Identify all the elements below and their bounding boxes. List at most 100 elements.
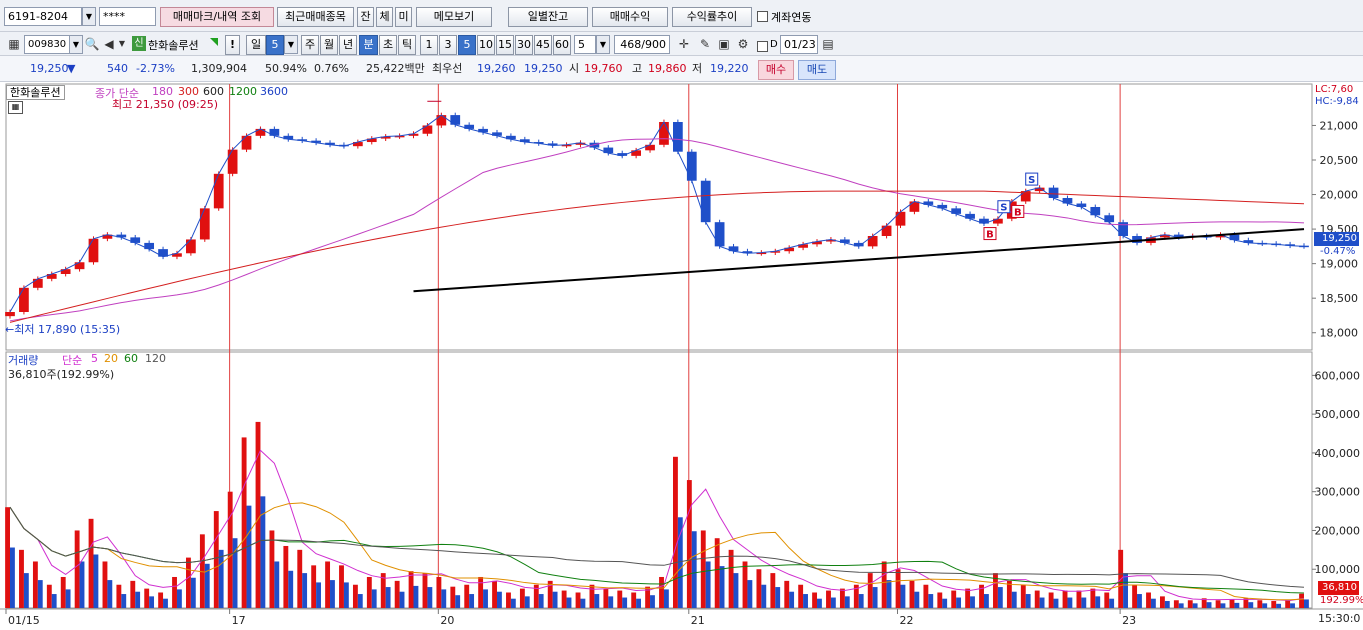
- volume-bar-down: [385, 587, 391, 608]
- alert-button[interactable]: !: [225, 35, 240, 55]
- interval-5-button[interactable]: 5: [458, 35, 476, 55]
- custom-interval-dropdown-icon[interactable]: ▼: [596, 35, 610, 54]
- period-month-button[interactable]: 월: [320, 35, 338, 55]
- period-value[interactable]: 5: [266, 35, 284, 55]
- volume-axis-label: 300,000: [1315, 486, 1361, 499]
- interval-15-button[interactable]: 15: [496, 35, 514, 55]
- date-checkbox[interactable]: [757, 41, 768, 52]
- price-panel-title[interactable]: 한화솔루션: [6, 85, 65, 100]
- bar-count-field[interactable]: 468/900: [614, 35, 670, 54]
- volume-bar-down: [218, 549, 224, 608]
- search-icon[interactable]: 🔍: [84, 35, 100, 53]
- unit-minute-button[interactable]: 분: [359, 35, 378, 55]
- account-dropdown-icon[interactable]: ▼: [82, 7, 96, 26]
- unit-tick-button[interactable]: 틱: [398, 35, 416, 55]
- speaker-dropdown-icon[interactable]: ▼: [117, 35, 127, 53]
- buy-button[interactable]: 매수: [758, 60, 794, 80]
- period-day-button[interactable]: 일: [246, 35, 266, 55]
- interval-30-button[interactable]: 30: [515, 35, 533, 55]
- settings-icon[interactable]: ⚙: [735, 35, 751, 53]
- volume-bar-up: [867, 573, 873, 608]
- price-candle: [199, 208, 210, 240]
- volume-bar-down: [552, 591, 558, 608]
- memo-button[interactable]: 메모보기: [416, 7, 492, 27]
- volume-bar-down: [79, 561, 85, 608]
- interval-1-button[interactable]: 1: [420, 35, 438, 55]
- interval-60-button[interactable]: 60: [553, 35, 571, 55]
- volume-bar-up: [1104, 592, 1110, 608]
- volume-bar-up: [714, 538, 720, 608]
- sell-button[interactable]: 매도: [798, 60, 836, 80]
- save-icon[interactable]: ▣: [716, 35, 732, 53]
- volume-bar-up: [617, 590, 623, 608]
- password-field[interactable]: ****: [99, 7, 156, 26]
- interval-3-button[interactable]: 3: [439, 35, 457, 55]
- volume-bar-down: [496, 591, 502, 608]
- volume-bar-down: [1234, 602, 1240, 608]
- volume-bar-up: [812, 592, 818, 608]
- volume-bar-down: [176, 589, 182, 608]
- trade-mark-history-button[interactable]: 매매마크/내역 조회: [160, 7, 274, 27]
- custom-interval-field[interactable]: 5: [574, 35, 596, 54]
- volume-bar-up: [366, 576, 372, 608]
- price-axis-label: 20,500: [1320, 154, 1359, 167]
- chart-area[interactable]: 18,000 18,500 19,000 19,500 20,000 20,500 21,0…: [0, 82, 1363, 630]
- volume-bar-up: [19, 549, 24, 608]
- low-note: ←최저 17,890 (15:35): [5, 323, 121, 336]
- speaker-icon[interactable]: ◀: [101, 35, 117, 53]
- trade-profit-button[interactable]: 매매수익: [592, 7, 668, 27]
- trade-mark-label: B: [986, 230, 994, 241]
- interval-45-button[interactable]: 45: [534, 35, 552, 55]
- calculator-icon[interactable]: ▦: [6, 35, 22, 53]
- account-number-field[interactable]: 6191-8204: [4, 7, 82, 26]
- price-candle: [909, 201, 920, 212]
- date-d-label: D: [770, 39, 778, 50]
- unfilled-button[interactable]: 미: [395, 7, 412, 27]
- chart-canvas[interactable]: 18,00018,50019,00019,50020,00020,50021,0…: [0, 82, 1363, 630]
- daily-balance-button[interactable]: 일별잔고: [508, 7, 588, 27]
- period-week-button[interactable]: 주: [301, 35, 319, 55]
- volume-bar-down: [1025, 594, 1031, 608]
- stock-code-field[interactable]: 009830: [24, 35, 70, 54]
- volume-bar-up: [686, 480, 692, 608]
- account-link-label: 계좌연동: [771, 11, 812, 24]
- time-axis-label: 17: [232, 614, 246, 627]
- current-price-tag: 19,250: [1314, 232, 1359, 246]
- volume-bar-up: [394, 580, 400, 608]
- yield-trend-button[interactable]: 수익률추이: [672, 7, 752, 27]
- price-candle: [227, 149, 238, 174]
- volume-bar-down: [23, 573, 29, 608]
- volume-bar-down: [1067, 597, 1073, 608]
- volume-bar-down: [1123, 573, 1128, 608]
- volume-bar-up: [339, 565, 344, 608]
- crosshair-icon[interactable]: ✛: [676, 35, 692, 53]
- table-icon[interactable]: ▦: [8, 101, 23, 114]
- time-axis-label: 23: [1122, 614, 1136, 627]
- recent-items-button[interactable]: 최근매매종목: [277, 7, 354, 27]
- volume-bar-up: [102, 561, 108, 608]
- change-rate: -2.73%: [136, 62, 175, 75]
- calendar-icon[interactable]: ▤: [820, 35, 836, 53]
- interval-10-button[interactable]: 10: [477, 35, 495, 55]
- volume-bar-up: [478, 576, 484, 608]
- volume-bar-down: [594, 594, 600, 608]
- period-dropdown-icon[interactable]: ▼: [284, 35, 298, 54]
- volume-bar-up: [269, 530, 275, 608]
- executed-button[interactable]: 체: [376, 7, 393, 27]
- volume-bar-up: [1076, 590, 1082, 608]
- unit-second-button[interactable]: 초: [379, 35, 397, 55]
- period-year-button[interactable]: 년: [339, 35, 357, 55]
- edit-icon[interactable]: ✎: [697, 35, 713, 53]
- best-quote-label: 최우선: [432, 62, 463, 75]
- account-link-checkbox[interactable]: [757, 11, 768, 22]
- volume-bar-up: [130, 580, 136, 608]
- volume-bar-up: [172, 576, 177, 608]
- date-field[interactable]: 01/23: [780, 35, 818, 54]
- volume-bar-up: [158, 592, 164, 608]
- volume-bar-down: [1150, 598, 1156, 608]
- volume-bar-up: [144, 588, 150, 608]
- volume-bar-down: [1137, 594, 1142, 608]
- volume-bar-down: [483, 589, 488, 608]
- balance-button[interactable]: 잔: [357, 7, 374, 27]
- stock-code-dropdown-icon[interactable]: ▼: [69, 35, 83, 54]
